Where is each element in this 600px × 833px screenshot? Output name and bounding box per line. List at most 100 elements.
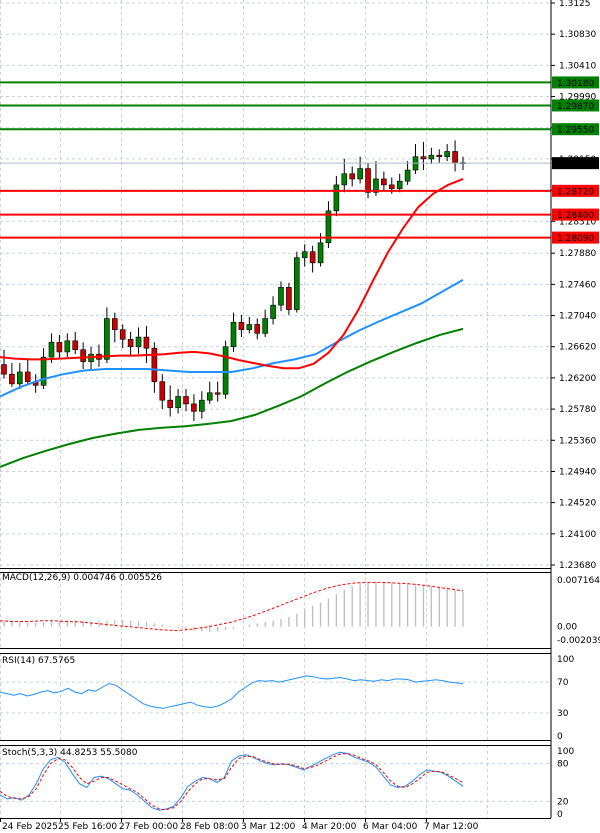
candle-body [199, 399, 205, 412]
candle-body [333, 184, 340, 212]
candle-body [230, 321, 237, 348]
resistance-level-label: 1.29870 [557, 102, 594, 112]
candle-body [151, 347, 158, 382]
candle-body [1, 364, 7, 375]
stoch-pane [0, 751, 464, 811]
price-tick-label: 1.3125 [559, 0, 591, 9]
price-tick-label: 1.25780 [559, 405, 596, 415]
candle-body [444, 151, 450, 157]
price-tick-label: 1.30830 [559, 30, 596, 40]
candle-body [64, 340, 71, 353]
price-tick-label: 1.24940 [559, 467, 596, 477]
candle-body [135, 336, 142, 348]
rsi-pane [0, 675, 464, 709]
stoch-k-line [0, 751, 464, 811]
time-tick-label: 7 Mar 12:00 [424, 822, 479, 832]
stoch-tick-label: 20 [557, 797, 569, 807]
support-level-label: 1.28720 [557, 187, 594, 197]
candle-body [206, 392, 213, 401]
candle-body [270, 304, 276, 319]
price-tick-label: 1.27880 [559, 249, 596, 259]
candle-body [80, 349, 86, 362]
candle-body [428, 154, 435, 160]
candle-body [349, 173, 356, 180]
macd-signal-line [0, 581, 464, 632]
time-tick-label: 6 Mar 04:00 [363, 822, 418, 832]
candle-body [278, 287, 284, 306]
time-tick-label: 28 Feb 08:00 [180, 822, 239, 832]
candle-body [72, 340, 79, 351]
price-tick-label: 1.26200 [559, 374, 596, 384]
price-tick-label: 1.30410 [559, 61, 596, 71]
candle-body [56, 341, 63, 353]
candle-body [119, 329, 126, 340]
price-tick-label: 1.24520 [559, 499, 596, 509]
candle-body [175, 396, 181, 408]
candle-body [388, 184, 395, 189]
support-level-label: 1.28090 [557, 234, 594, 244]
candle-body [317, 242, 324, 264]
macd-label: MACD(12,26,9) 0.004746 0.005526 [2, 573, 162, 583]
candle-body [104, 318, 110, 360]
stoch-tick-label: 100 [557, 747, 574, 757]
candle-body [159, 381, 166, 401]
candle-body [127, 339, 134, 348]
price-tick-label: 1.23680 [559, 561, 596, 571]
candle-body [222, 346, 229, 395]
candle-body [452, 151, 458, 163]
stoch-label: Stoch(5,3,3) 44.8253 55.5080 [2, 748, 138, 758]
candle-body [365, 168, 371, 193]
candle-body [309, 251, 316, 264]
price-axis: 1.31251.308301.304101.299901.295701.2915… [0, 0, 600, 832]
candle-body [262, 318, 268, 334]
candle-body [254, 324, 261, 334]
grid [0, 0, 551, 818]
macd-tick-label: 0.007164 [557, 576, 600, 586]
candle-body [294, 257, 300, 310]
macd-pane [0, 581, 464, 632]
rsi-tick-label: 0 [557, 732, 563, 742]
macd-tick-label: 0.00 [557, 623, 577, 633]
current-price-label: 1.29093 [557, 160, 594, 170]
candle-body [214, 392, 221, 395]
rsi-label: RSI(14) 67.5765 [2, 656, 75, 666]
price-tick-label: 1.24100 [559, 530, 596, 540]
resistance-level-label: 1.30180 [557, 79, 594, 89]
stoch-tick-label: 0 [557, 810, 563, 820]
price-tick-label: 1.27460 [559, 280, 596, 290]
rsi-tick-label: 100 [557, 655, 574, 665]
candle-body [246, 324, 253, 330]
rsi-tick-label: 70 [557, 678, 569, 688]
candle-body [17, 371, 23, 385]
candle-body [341, 173, 348, 186]
candle-body [396, 180, 403, 189]
time-tick-label: 24 Feb 2025 [2, 822, 58, 832]
candle-body [48, 341, 55, 358]
macd-tick-label: -0.002039 [557, 636, 600, 646]
candle-body [436, 154, 443, 157]
candle-body [40, 356, 47, 386]
candle-body [301, 251, 308, 258]
support-level-label: 1.28400 [557, 211, 594, 221]
price-tick-label: 1.25360 [559, 436, 596, 446]
candle-body [357, 168, 363, 180]
candle-body [381, 178, 387, 186]
candle-body [111, 318, 118, 330]
candle-body [420, 156, 427, 160]
candle-body [238, 321, 245, 330]
time-tick-label: 25 Feb 16:00 [58, 822, 117, 832]
candle-body [24, 371, 31, 382]
time-tick-label: 3 Mar 12:00 [241, 822, 296, 832]
candle-body [404, 169, 411, 182]
candle-body [9, 373, 15, 385]
time-tick-label: 4 Mar 20:00 [302, 822, 357, 832]
candle-body [191, 403, 197, 412]
price-tick-label: 1.27040 [559, 312, 596, 322]
rsi-tick-label: 30 [557, 709, 569, 719]
trading-chart: 1.31251.308301.304101.299901.295701.2915… [0, 0, 600, 832]
stoch-tick-label: 80 [557, 760, 569, 770]
time-tick-label: 27 Feb 00:00 [119, 822, 178, 832]
price-tick-label: 1.26620 [559, 343, 596, 353]
resistance-level-label: 1.29550 [557, 126, 594, 136]
candle-body [286, 287, 292, 310]
